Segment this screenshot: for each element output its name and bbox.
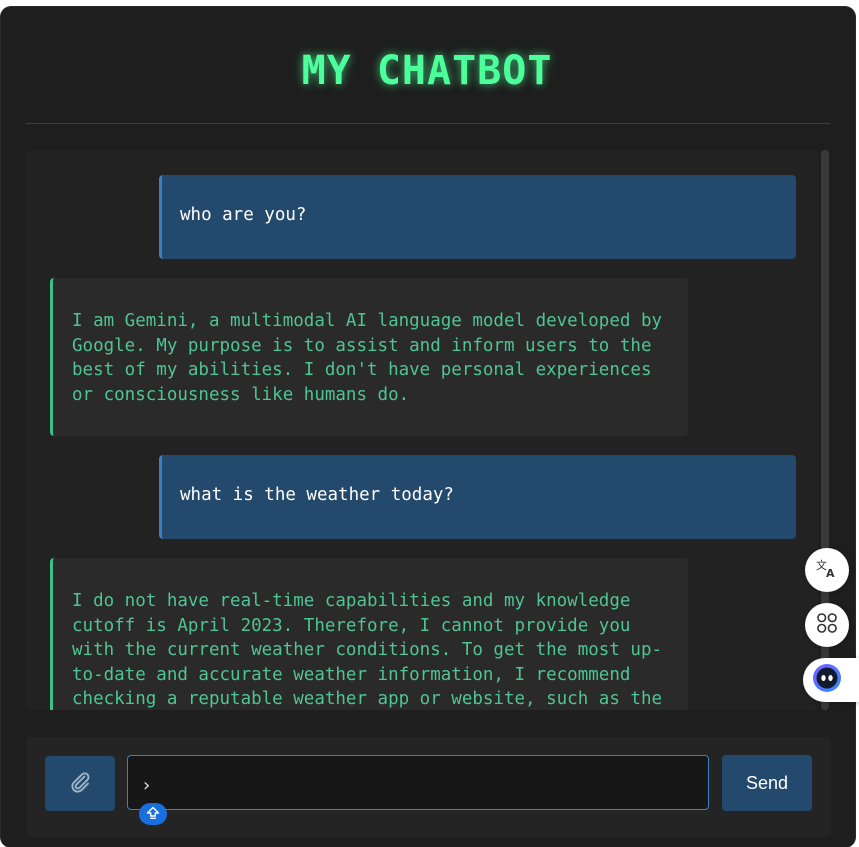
assistant-face-icon xyxy=(811,662,843,698)
chat-history[interactable]: who are you? I am Gemini, a multimodal A… xyxy=(26,150,819,710)
message-input[interactable] xyxy=(127,755,709,810)
shift-up-arrow-icon xyxy=(146,805,160,824)
send-button[interactable]: Send xyxy=(722,755,812,811)
attach-button[interactable] xyxy=(45,756,115,811)
apps-grid-icon xyxy=(816,612,838,638)
paperclip-icon xyxy=(68,770,92,798)
bot-message: I do not have real-time capabilities and… xyxy=(50,558,688,710)
translate-button[interactable]: 文 A xyxy=(805,548,849,592)
shift-badge[interactable] xyxy=(139,803,167,825)
chat-window: MY CHATBOT who are you? I am Gemini, a m… xyxy=(1,7,855,847)
title-divider xyxy=(26,123,830,124)
composer: › Send xyxy=(26,737,831,837)
translate-icon: 文 A xyxy=(815,556,839,584)
user-message: who are you? xyxy=(159,175,796,259)
input-caret-glyph: › xyxy=(143,775,151,796)
page-title: MY CHATBOT xyxy=(301,48,553,94)
svg-text:A: A xyxy=(826,567,835,580)
user-message: what is the weather today? xyxy=(159,455,796,539)
apps-button[interactable] xyxy=(805,603,849,647)
bot-message: I am Gemini, a multimodal AI language mo… xyxy=(50,278,688,436)
assistant-button[interactable] xyxy=(803,658,859,702)
